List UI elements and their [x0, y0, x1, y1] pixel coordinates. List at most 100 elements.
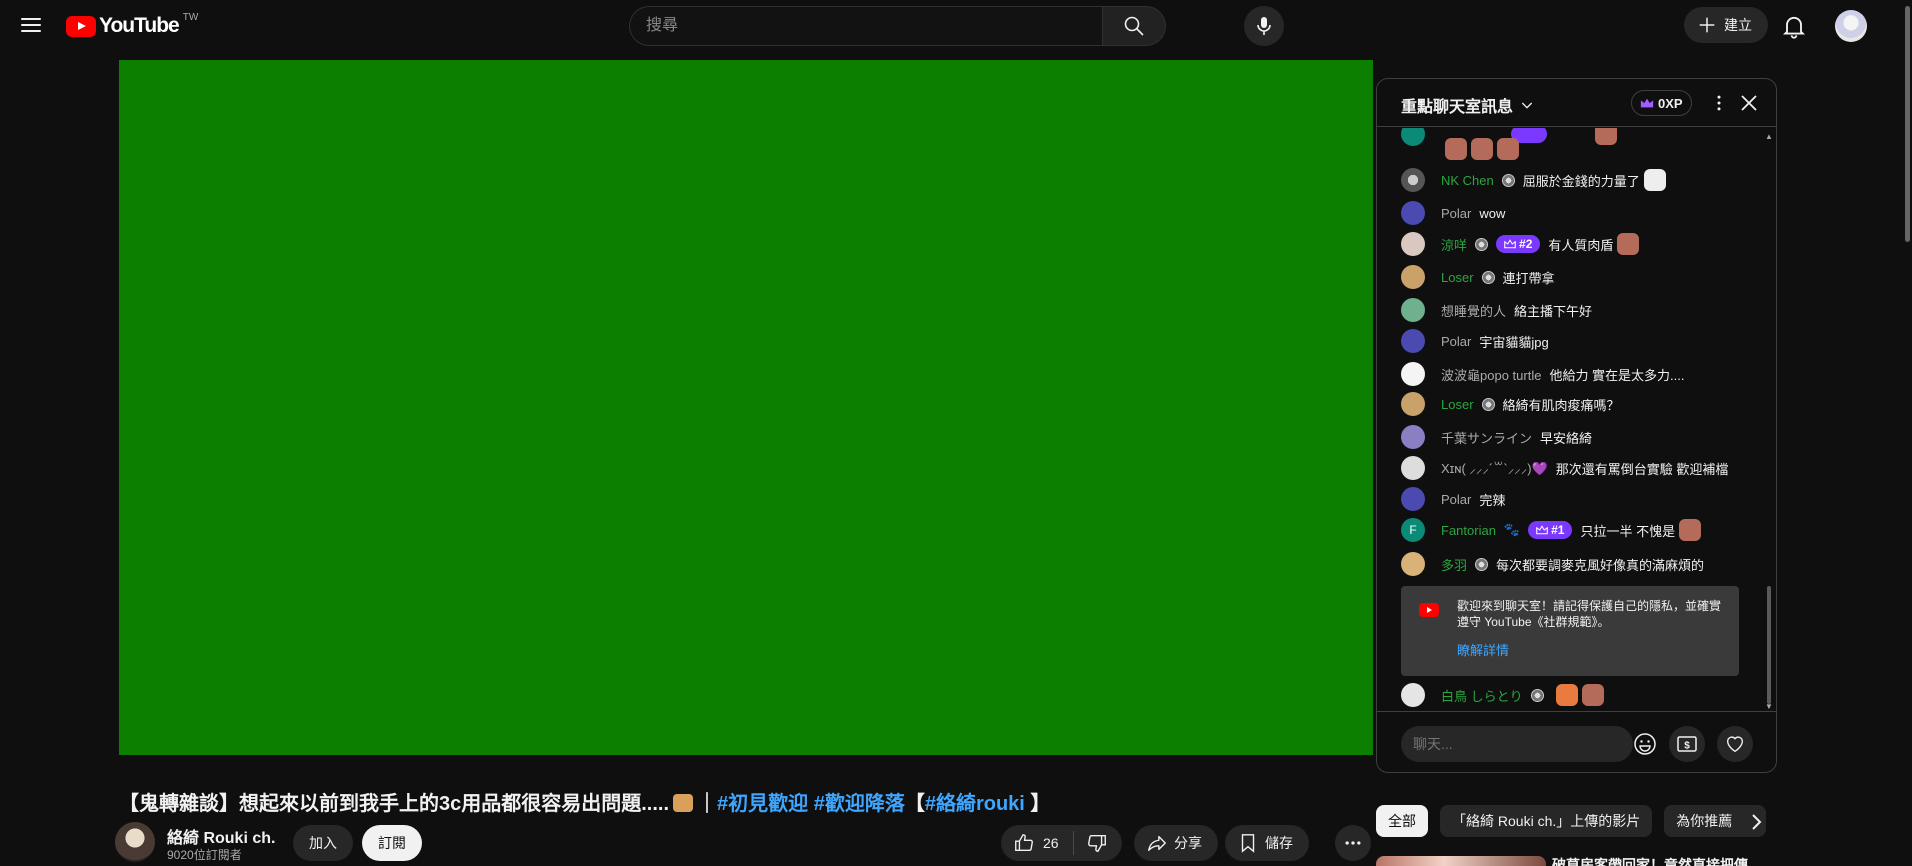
- message-text: 那次還有罵倒台實驗 歡迎補檔: [1555, 461, 1729, 477]
- message-text: wow: [1479, 205, 1506, 221]
- channel-name[interactable]: 絡綺 Rouki ch.: [167, 824, 275, 848]
- close-icon[interactable]: [1737, 91, 1761, 115]
- author-name[interactable]: Xɪɴ( ⸝⸝⸝´꒳`⸝⸝⸝)💜: [1441, 459, 1548, 477]
- share-label: 分享: [1174, 835, 1202, 851]
- member-badge-icon: [1481, 270, 1495, 284]
- channel-avatar[interactable]: [115, 822, 155, 862]
- author-name[interactable]: Polar: [1441, 492, 1471, 507]
- chat-mode-dropdown[interactable]: 重點聊天室訊息: [1401, 93, 1535, 117]
- subscribe-button[interactable]: 訂閱: [362, 825, 422, 861]
- search-button[interactable]: [1102, 6, 1166, 46]
- author-name[interactable]: Polar: [1441, 334, 1471, 349]
- chat-message-list[interactable]: NK Chen 屈服於金錢的力量了 Polar wow 涼咩 #2 有人質肉盾 …: [1377, 128, 1776, 711]
- squirrel-emoji-icon: [673, 794, 694, 812]
- youtube-logo[interactable]: YouTube TW: [66, 12, 198, 38]
- chat-scroll-up-icon[interactable]: ▲: [1765, 132, 1773, 141]
- create-button[interactable]: 建立: [1684, 7, 1768, 43]
- chat-header: 重點聊天室訊息 0XP: [1377, 79, 1776, 127]
- voice-search-button[interactable]: [1244, 6, 1284, 46]
- masthead: YouTube TW 建立: [0, 0, 1912, 52]
- chat-scrollbar[interactable]: [1767, 586, 1771, 704]
- crown-icon: [1536, 525, 1548, 535]
- recommended-video-thumbnail[interactable]: [1376, 856, 1546, 866]
- chat-scroll-down-icon[interactable]: ▼: [1765, 702, 1773, 711]
- author-name[interactable]: Loser: [1441, 397, 1474, 412]
- page-scrollbar[interactable]: [1902, 0, 1912, 866]
- author-avatar: [1401, 329, 1425, 353]
- chat-message: Polar 宇宙貓貓jpg: [1401, 329, 1751, 353]
- author-name[interactable]: NK Chen: [1441, 173, 1494, 188]
- search-input[interactable]: [629, 6, 1102, 46]
- chat-message: Xɪɴ( ⸝⸝⸝´꒳`⸝⸝⸝)💜 那次還有罵倒台實驗 歡迎補檔: [1401, 456, 1751, 480]
- subscriber-count: 9020位訂閱者: [167, 848, 242, 862]
- title-bracket: 】: [1024, 793, 1051, 815]
- heart-icon: [1726, 736, 1744, 753]
- join-button[interactable]: 加入: [293, 825, 353, 861]
- heart-reaction-button[interactable]: [1717, 726, 1753, 762]
- chat-message: 波波龜popo turtle 他給力 實在是太多力....: [1401, 362, 1751, 386]
- owner-row: 絡綺 Rouki ch. 9020位訂閱者 加入 訂閱 26 分享 儲存: [115, 820, 1373, 866]
- chat-message: Loser 絡綺有肌肉痠痛嗎？: [1401, 392, 1751, 416]
- chat-message: NK Chen 屈服於金錢的力量了: [1401, 168, 1751, 192]
- chip-all[interactable]: 全部: [1376, 805, 1428, 837]
- author-name[interactable]: 想睡覺的人: [1441, 301, 1506, 320]
- author-name[interactable]: 波波龜popo turtle: [1441, 365, 1541, 384]
- message-text: 每次都要調麥克風好像真的滿麻煩的: [1496, 557, 1705, 573]
- member-badge-icon: [1481, 397, 1495, 411]
- hashtag-link[interactable]: #初見歡迎: [717, 793, 808, 815]
- super-chat-button[interactable]: $: [1669, 726, 1705, 762]
- author-name[interactable]: 千葉サンライン: [1441, 428, 1532, 447]
- chat-message: 白鳥 しらとり: [1401, 683, 1751, 707]
- notifications-bell-icon[interactable]: [1780, 12, 1808, 40]
- chat-input[interactable]: [1401, 726, 1633, 762]
- message-text: 完辣: [1479, 492, 1506, 508]
- like-button[interactable]: 26: [1001, 825, 1073, 861]
- menu-icon[interactable]: [18, 14, 44, 36]
- hashtag-link[interactable]: #絡綺rouki: [925, 793, 1025, 815]
- related-chips: 全部 「絡綺 Rouki ch.」上傳的影片 為你推薦: [1376, 805, 1776, 839]
- message-text: 絡綺有肌肉痠痛嗎？: [1502, 397, 1620, 413]
- message-text: 屈服於金錢的力量了: [1522, 173, 1640, 189]
- share-button[interactable]: 分享: [1134, 825, 1218, 861]
- more-actions-button[interactable]: [1335, 825, 1371, 861]
- chip-channel-uploads[interactable]: 「絡綺 Rouki ch.」上傳的影片: [1440, 805, 1653, 837]
- rank-value: #2: [1519, 237, 1533, 251]
- account-avatar[interactable]: [1835, 10, 1867, 42]
- create-label: 建立: [1724, 17, 1752, 33]
- sticker-icon: [1679, 519, 1702, 541]
- author-name[interactable]: 多羽: [1441, 555, 1467, 574]
- author-name[interactable]: 涼咩: [1441, 235, 1467, 254]
- message-text: 有人質肉盾: [1548, 237, 1614, 253]
- hashtag-link[interactable]: #歡迎降落: [814, 793, 905, 815]
- author-avatar: [1401, 392, 1425, 416]
- chat-more-button[interactable]: [1707, 91, 1731, 115]
- chat-mode-label: 重點聊天室訊息: [1401, 99, 1514, 116]
- learn-more-link[interactable]: 瞭解詳情: [1457, 640, 1509, 659]
- title-separator: ｜: [697, 793, 718, 815]
- recommended-video-title[interactable]: 破草房客帶回家！竟然直接把傳: [1552, 855, 1748, 866]
- sticker-icon: [1581, 684, 1604, 706]
- author-avatar: [1401, 487, 1425, 511]
- share-icon: [1148, 835, 1166, 852]
- xp-badge[interactable]: 0XP: [1631, 90, 1692, 116]
- video-player[interactable]: [119, 60, 1373, 755]
- author-name[interactable]: Polar: [1441, 206, 1471, 221]
- chat-message: 涼咩 #2 有人質肉盾: [1401, 232, 1751, 256]
- member-badge-icon: [1530, 688, 1544, 702]
- sticker-icon: [1617, 233, 1640, 255]
- author-name[interactable]: Loser: [1441, 270, 1474, 285]
- crown-icon: [1504, 239, 1516, 249]
- more-vertical-icon: [1717, 95, 1721, 111]
- author-avatar: [1401, 298, 1425, 322]
- save-button[interactable]: 儲存: [1225, 825, 1309, 861]
- emoji-icon[interactable]: [1631, 730, 1659, 758]
- title-bracket: 【: [904, 793, 925, 815]
- author-name[interactable]: 白鳥 しらとり: [1441, 686, 1523, 705]
- super-chat-symbol: $: [1684, 741, 1690, 752]
- chevron-right-icon[interactable]: [1744, 810, 1768, 834]
- author-name[interactable]: Fantorian: [1441, 523, 1496, 538]
- dislike-button[interactable]: [1074, 825, 1122, 861]
- page-scrollbar-thumb[interactable]: [1905, 6, 1910, 242]
- author-avatar: [1401, 456, 1425, 480]
- microphone-icon: [1257, 17, 1271, 35]
